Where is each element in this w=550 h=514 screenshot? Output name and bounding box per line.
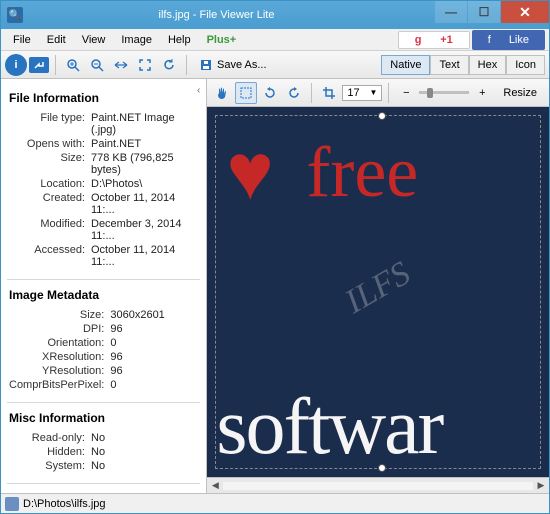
watermark-text: ILFS (339, 255, 417, 322)
save-icon (199, 58, 213, 72)
tab-hex[interactable]: Hex (469, 55, 507, 75)
maximize-button[interactable]: ☐ (468, 1, 500, 23)
close-button[interactable]: ✕ (501, 1, 549, 23)
section-image-metadata: Image Metadata (9, 288, 198, 302)
image-view-pane: 17▼ − + Resize ♥ free softwar ILFS ◀ ▶ (207, 79, 549, 493)
tab-text[interactable]: Text (430, 55, 468, 75)
value-orientation: 0 (110, 336, 198, 350)
label-readonly: Read-only: (9, 431, 91, 445)
value-cbpp: 0 (110, 378, 198, 392)
titlebar: 🔍 ilfs.jpg - File Viewer Lite — ☐ ✕ (1, 1, 549, 29)
refresh-icon[interactable] (158, 54, 180, 76)
label-yres: YResolution: (9, 364, 110, 378)
minimize-button[interactable]: — (435, 1, 467, 23)
tab-native[interactable]: Native (381, 55, 430, 75)
facebook-like-button[interactable]: fLike (472, 30, 545, 50)
label-openswith: Opens with: (9, 137, 91, 151)
value-size: 778 KB (796,825 bytes) (91, 151, 198, 177)
menu-view[interactable]: View (74, 32, 114, 48)
save-as-label: Save As... (217, 59, 267, 71)
label-orientation: Orientation: (9, 336, 110, 350)
label-filetype: File type: (9, 111, 91, 137)
zoom-out-small-icon[interactable]: − (395, 82, 417, 104)
label-size: Size: (9, 151, 91, 177)
fullscreen-icon[interactable] (134, 54, 156, 76)
crop-icon[interactable] (318, 82, 340, 104)
file-icon (5, 497, 19, 511)
zoom-level-input[interactable]: 17▼ (342, 85, 382, 101)
save-as-button[interactable]: Save As... (193, 56, 273, 74)
statusbar: D:\Photos\ilfs.jpg (1, 493, 549, 513)
value-hidden: No (91, 445, 198, 459)
heart-graphic: ♥ (226, 136, 274, 208)
value-filetype: Paint.NET Image (.jpg) (91, 111, 198, 137)
section-fileinfo-com: FileInfo.com Information (9, 492, 198, 493)
menu-edit[interactable]: Edit (39, 32, 74, 48)
section-misc-info: Misc Information (9, 411, 198, 425)
value-openswith: Paint.NET (91, 137, 198, 151)
label-created: Created: (9, 191, 91, 217)
chevron-down-icon: ▼ (369, 88, 377, 97)
label-cbpp: ComprBitsPerPixel: (9, 378, 110, 392)
menu-plus[interactable]: Plus+ (199, 32, 245, 48)
menu-file[interactable]: File (5, 32, 39, 48)
rotate-right-icon[interactable] (283, 82, 305, 104)
menu-help[interactable]: Help (160, 32, 199, 48)
select-icon[interactable] (235, 82, 257, 104)
label-xres: XResolution: (9, 350, 110, 364)
fit-width-icon[interactable] (110, 54, 132, 76)
image-text-2: softwar (216, 382, 442, 473)
zoom-in-icon[interactable] (62, 54, 84, 76)
open-icon[interactable] (29, 57, 49, 73)
resize-handle-top[interactable] (378, 112, 386, 120)
value-yres: 96 (110, 364, 198, 378)
value-accessed: October 11, 2014 11:... (91, 243, 198, 269)
value-dpi: 96 (110, 322, 198, 336)
image-canvas[interactable]: ♥ free softwar ILFS (207, 107, 549, 477)
label-system: System: (9, 459, 91, 473)
menubar: File Edit View Image Help Plus+ g +1 fLi… (1, 29, 549, 51)
window-title: ilfs.jpg - File Viewer Lite (29, 9, 404, 21)
info-sidebar: ‹ File Information File type:Paint.NET I… (1, 79, 207, 493)
scroll-left-icon[interactable]: ◀ (207, 480, 223, 491)
zoom-out-icon[interactable] (86, 54, 108, 76)
collapse-icon[interactable]: ‹ (197, 85, 200, 96)
google-plus-button[interactable]: g +1 (398, 31, 470, 49)
label-dpi: DPI: (9, 322, 110, 336)
value-imgsize: 3060x2601 (110, 308, 198, 322)
main-toolbar: i Save As... Native Text Hex Icon (1, 51, 549, 79)
menu-image[interactable]: Image (113, 32, 160, 48)
zoom-slider[interactable] (419, 91, 469, 94)
value-modified: December 3, 2014 11:... (91, 217, 198, 243)
hand-icon[interactable] (211, 82, 233, 104)
value-system: No (91, 459, 198, 473)
resize-button[interactable]: Resize (495, 85, 545, 101)
label-location: Location: (9, 177, 91, 191)
image-toolbar: 17▼ − + Resize (207, 79, 549, 107)
scroll-right-icon[interactable]: ▶ (533, 480, 549, 491)
label-imgsize: Size: (9, 308, 110, 322)
value-created: October 11, 2014 11:... (91, 191, 198, 217)
value-xres: 96 (110, 350, 198, 364)
zoom-in-small-icon[interactable]: + (471, 82, 493, 104)
label-hidden: Hidden: (9, 445, 91, 459)
section-file-info: File Information (9, 91, 198, 105)
tab-icon[interactable]: Icon (506, 55, 545, 75)
app-icon: 🔍 (7, 7, 23, 23)
horizontal-scrollbar[interactable]: ◀ ▶ (207, 477, 549, 493)
label-accessed: Accessed: (9, 243, 91, 269)
value-location: D:\Photos\ (91, 177, 198, 191)
value-readonly: No (91, 431, 198, 445)
status-path: D:\Photos\ilfs.jpg (23, 498, 106, 510)
label-modified: Modified: (9, 217, 91, 243)
rotate-left-icon[interactable] (259, 82, 281, 104)
image-text-1: free (306, 131, 418, 214)
info-icon[interactable]: i (5, 54, 27, 76)
